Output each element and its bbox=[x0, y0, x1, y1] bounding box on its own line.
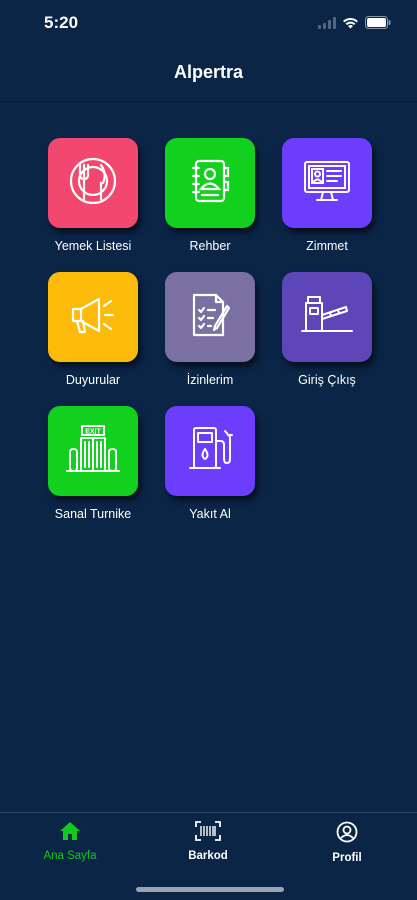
barcode-icon bbox=[195, 821, 221, 845]
tile-izinlerim-box[interactable] bbox=[165, 272, 255, 362]
tab-profil[interactable]: Profil bbox=[287, 821, 407, 864]
tab-label: Profil bbox=[332, 852, 362, 864]
tile-label: Zimmet bbox=[306, 239, 348, 253]
status-icons bbox=[318, 16, 391, 34]
signal-icon bbox=[318, 16, 336, 34]
tile-yemek-listesi[interactable]: Yemek Listesi bbox=[48, 138, 138, 253]
tile-sanal-turnike[interactable]: EXIT Sanal Turnike bbox=[48, 406, 138, 521]
tile-sanal-turnike-box[interactable]: EXIT bbox=[48, 406, 138, 496]
page-title: Alpertra bbox=[173, 62, 244, 82]
svg-text:EXIT: EXIT bbox=[85, 428, 101, 435]
tile-zimmet-box[interactable] bbox=[282, 138, 372, 228]
document-pen-icon bbox=[185, 290, 235, 345]
app-header: Alpertra bbox=[0, 48, 417, 102]
tile-yakit-al-box[interactable] bbox=[165, 406, 255, 496]
tile-label: Giriş Çıkış bbox=[298, 373, 356, 387]
tile-giris-cikis-box[interactable] bbox=[282, 272, 372, 362]
tab-ana-sayfa[interactable]: Ana Sayfa bbox=[10, 821, 130, 862]
tile-label: Yemek Listesi bbox=[54, 239, 132, 253]
tile-izinlerim[interactable]: İzinlerim bbox=[165, 272, 255, 387]
fuel-pump-icon bbox=[184, 423, 236, 480]
tile-duyurular[interactable]: Duyurular bbox=[48, 272, 138, 387]
tile-label: Yakıt Al bbox=[189, 507, 231, 521]
tile-label: İzinlerim bbox=[186, 373, 234, 387]
tile-duyurular-box[interactable] bbox=[48, 272, 138, 362]
megaphone-icon bbox=[67, 292, 119, 343]
tile-giris-cikis[interactable]: Giriş Çıkış bbox=[282, 272, 372, 387]
status-bar: 5:20 bbox=[0, 0, 417, 48]
profile-icon bbox=[336, 821, 358, 847]
exit-door-icon: EXIT bbox=[65, 423, 121, 480]
tile-label: Duyurular bbox=[65, 373, 121, 387]
tile-yakit-al[interactable]: Yakıt Al bbox=[165, 406, 255, 521]
home-icon bbox=[59, 822, 81, 845]
battery-icon bbox=[365, 16, 391, 34]
status-time: 5:20 bbox=[44, 13, 79, 32]
wifi-icon bbox=[342, 16, 359, 34]
tile-label: Rehber bbox=[189, 239, 231, 253]
tab-label: Barkod bbox=[188, 850, 228, 862]
tile-yemek-listesi-box[interactable] bbox=[48, 138, 138, 228]
tile-rehber[interactable]: Rehber bbox=[165, 138, 255, 253]
barrier-gate-icon bbox=[300, 291, 354, 344]
tab-label: Ana Sayfa bbox=[43, 850, 97, 862]
monitor-id-icon bbox=[301, 156, 353, 211]
tab-barkod[interactable]: Barkod bbox=[148, 821, 268, 862]
tile-label: Sanal Turnike bbox=[54, 507, 132, 521]
tile-zimmet[interactable]: Zimmet bbox=[282, 138, 372, 253]
home-indicator bbox=[136, 887, 284, 892]
contact-book-icon bbox=[185, 156, 235, 211]
plate-cutlery-icon bbox=[67, 155, 119, 212]
tile-rehber-box[interactable] bbox=[165, 138, 255, 228]
